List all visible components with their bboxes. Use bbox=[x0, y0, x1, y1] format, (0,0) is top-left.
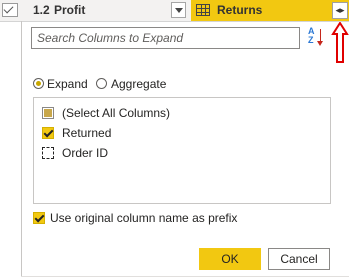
sort-button[interactable]: AZ bbox=[307, 27, 329, 49]
order-id-checkbox[interactable] bbox=[42, 147, 54, 159]
list-item-label: Order ID bbox=[62, 146, 109, 160]
returned-checkbox[interactable] bbox=[42, 127, 54, 139]
sort-arrow-icon bbox=[317, 29, 323, 46]
annotation-arrow-icon bbox=[331, 22, 349, 63]
prefix-checkbox[interactable] bbox=[33, 212, 45, 224]
column-header-bar: 1.2 Profit Returns ◂▸ bbox=[0, 0, 349, 22]
search-input-container[interactable] bbox=[31, 27, 300, 49]
expand-radio[interactable] bbox=[33, 78, 44, 89]
expand-arrows-icon[interactable]: ◂▸ bbox=[332, 2, 348, 19]
panel-left-border bbox=[21, 21, 22, 277]
search-input[interactable] bbox=[37, 29, 297, 47]
profit-filter-dropdown-button[interactable] bbox=[171, 2, 186, 18]
aggregate-radio[interactable] bbox=[96, 78, 107, 89]
select-all-checkbox[interactable] bbox=[42, 107, 54, 119]
list-item-label: Returned bbox=[62, 126, 112, 140]
table-icon[interactable] bbox=[196, 4, 210, 16]
column-header-returns[interactable]: Returns ◂▸ bbox=[191, 0, 349, 21]
column-name-returns: Returns bbox=[217, 3, 263, 17]
header-check-icon bbox=[2, 3, 18, 17]
ok-button[interactable]: OK bbox=[199, 248, 261, 270]
column-header-profit[interactable]: 1.2 Profit bbox=[21, 0, 186, 21]
decimal-type-icon[interactable]: 1.2 bbox=[33, 3, 50, 17]
columns-list: (Select All Columns) Returned Order ID bbox=[33, 97, 331, 204]
column-name-profit: Profit bbox=[54, 3, 86, 17]
list-item-label: (Select All Columns) bbox=[62, 106, 171, 120]
prefix-option-label: Use original column name as prefix bbox=[50, 211, 238, 225]
aggregate-radio-label[interactable]: Aggregate bbox=[111, 77, 166, 91]
sort-az-icon: AZ bbox=[308, 26, 315, 45]
cancel-button[interactable]: Cancel bbox=[268, 248, 330, 270]
expand-radio-label[interactable]: Expand bbox=[47, 77, 88, 91]
